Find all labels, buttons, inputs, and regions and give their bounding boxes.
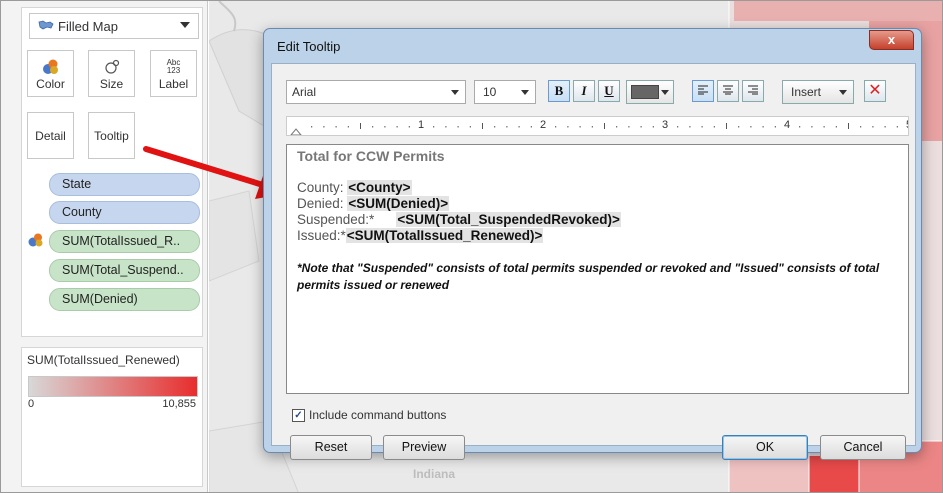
font-select[interactable]: Arial <box>286 80 466 104</box>
ruler-tick <box>360 123 361 129</box>
ruler-label: 1 <box>418 119 425 131</box>
close-button[interactable]: x <box>869 30 914 50</box>
tooltip-line-issued: Issued:*<SUM(TotalIssued_Renewed)> <box>297 228 544 243</box>
ruler-tick <box>872 126 874 128</box>
ruler-tick <box>726 123 727 129</box>
format-toolbar: Arial 10 B I U Insert ✕ <box>286 78 911 108</box>
clear-formatting-button[interactable]: ✕ <box>864 80 886 102</box>
ruler-tick <box>494 126 496 128</box>
ruler-tick <box>799 126 801 128</box>
font-size-select[interactable]: 10 <box>474 80 536 104</box>
align-right-icon <box>748 85 758 95</box>
ruler-ticks <box>290 123 898 135</box>
include-command-buttons[interactable]: ✓ Include command buttons <box>292 408 446 422</box>
include-command-buttons-checkbox[interactable]: ✓ <box>292 408 305 422</box>
ruler-tick <box>408 126 410 128</box>
ruler-tick <box>628 126 630 128</box>
ruler-tick <box>457 126 459 128</box>
ruler-tick <box>433 126 435 128</box>
edit-tooltip-dialog: Edit Tooltip x Arial 10 B I U Insert ✕ 1… <box>263 28 922 460</box>
align-right-button[interactable] <box>742 80 764 102</box>
ruler-tick <box>652 126 654 128</box>
ruler-tick <box>518 126 520 128</box>
ruler-label: 3 <box>662 119 669 131</box>
preview-button[interactable]: Preview <box>383 435 465 460</box>
ruler-tick <box>762 126 764 128</box>
ruler-tick <box>677 126 679 128</box>
ruler-tick <box>323 126 325 128</box>
ruler-tick <box>738 126 740 128</box>
ruler-label: 4 <box>784 119 791 131</box>
align-left-button[interactable] <box>692 80 714 102</box>
dialog-title: Edit Tooltip <box>277 39 341 54</box>
ruler-tick <box>750 126 752 128</box>
ruler-tick <box>713 126 715 128</box>
red-x-icon: ✕ <box>868 82 882 99</box>
align-center-icon <box>723 85 733 95</box>
tooltip-line-denied: Denied: <SUM(Denied)> <box>297 196 450 211</box>
ruler-tick <box>811 126 813 128</box>
tooltip-text-editor[interactable]: Total for CCW Permits County: <County> D… <box>286 144 909 394</box>
ruler-label: 2 <box>540 119 547 131</box>
ruler-tick <box>445 126 447 128</box>
ruler-tick <box>567 126 569 128</box>
insert-label: Insert <box>791 85 822 99</box>
ruler-tick <box>616 126 618 128</box>
chevron-down-icon <box>839 90 847 95</box>
font-name: Arial <box>292 85 317 99</box>
ruler-tick <box>860 126 862 128</box>
color-swatch <box>631 85 659 99</box>
text-color-button[interactable] <box>626 80 674 104</box>
align-left-icon <box>698 85 708 95</box>
screen: Filled Map Color Size Abc 123 Label Deta… <box>0 0 943 493</box>
tooltip-note: *Note that "Suspended" consists of total… <box>297 261 880 292</box>
italic-button[interactable]: I <box>573 80 595 102</box>
ruler-tick <box>604 123 605 129</box>
chevron-down-icon <box>661 90 669 95</box>
tooltip-line-suspended: Suspended:* <SUM(Total_SuspendedRevoked)> <box>297 212 621 227</box>
field-suspended: <SUM(Total_SuspendedRevoked)> <box>396 212 621 227</box>
tooltip-line-county: County: <County> <box>297 180 412 195</box>
ruler-tick <box>335 126 337 128</box>
include-command-buttons-label: Include command buttons <box>309 408 447 422</box>
ruler-tick <box>689 126 691 128</box>
ruler-tick <box>384 126 386 128</box>
ruler-label: 5 <box>906 119 908 131</box>
font-size: 10 <box>483 85 497 99</box>
ruler-tick <box>396 126 398 128</box>
ruler-tick <box>896 126 898 128</box>
tooltip-title: Total for CCW Permits <box>297 148 445 164</box>
ruler-tick <box>774 126 776 128</box>
ruler-tick <box>823 126 825 128</box>
ruler-tick <box>555 126 557 128</box>
align-center-button[interactable] <box>717 80 739 102</box>
ruler-tick <box>469 126 471 128</box>
ruler-tick <box>579 126 581 128</box>
underline-button[interactable]: U <box>598 80 620 102</box>
cancel-button[interactable]: Cancel <box>820 435 906 460</box>
chevron-down-icon <box>521 90 529 95</box>
ruler-tick <box>347 126 349 128</box>
ruler-tick <box>835 126 837 128</box>
chevron-down-icon <box>451 90 459 95</box>
field-issued: <SUM(TotalIssued_Renewed)> <box>345 228 544 243</box>
field-county: <County> <box>347 180 412 195</box>
bold-button[interactable]: B <box>548 80 570 102</box>
ok-button[interactable]: OK <box>722 435 808 460</box>
dialog-body: Arial 10 B I U Insert ✕ 1 2 3 4 Total fo… <box>271 63 916 460</box>
ruler: 1 2 3 4 5 <box>286 116 909 136</box>
field-denied: <SUM(Denied)> <box>347 196 450 211</box>
ruler-tick <box>884 126 886 128</box>
insert-button[interactable]: Insert <box>782 80 854 104</box>
ruler-tick <box>640 126 642 128</box>
ruler-tick <box>482 123 483 129</box>
ruler-tick <box>591 126 593 128</box>
ruler-tick <box>701 126 703 128</box>
ruler-tick <box>311 126 313 128</box>
reset-button[interactable]: Reset <box>290 435 372 460</box>
ruler-tick <box>506 126 508 128</box>
ruler-tick <box>848 123 849 129</box>
ruler-tick <box>530 126 532 128</box>
ruler-tick <box>372 126 374 128</box>
